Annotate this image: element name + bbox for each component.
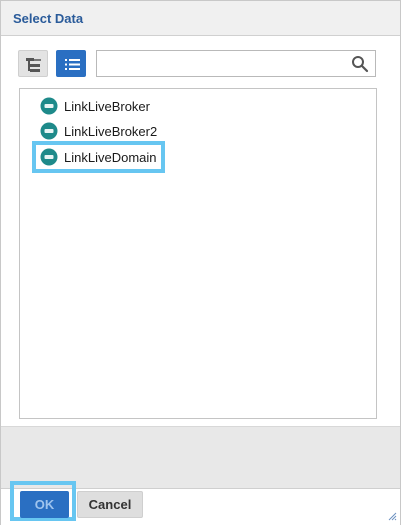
list-item-label: LinkLiveBroker: [64, 98, 150, 114]
dialog-titlebar[interactable]: Select Data: [1, 1, 400, 36]
data-list[interactable]: LinkLiveBroker LinkLiveBroker2 LinkLiveD…: [19, 88, 377, 419]
cancel-button[interactable]: Cancel: [77, 491, 143, 518]
tree-view-button[interactable]: [18, 50, 48, 77]
select-data-dialog: Select Data LinkLiveBroker LinkLiveBroke…: [0, 0, 401, 525]
ok-button[interactable]: OK: [20, 491, 69, 518]
tree-view-icon: [26, 58, 41, 72]
data-source-icon: [40, 148, 58, 166]
list-item[interactable]: LinkLiveBroker: [40, 95, 150, 117]
search-box: [96, 50, 376, 77]
resize-grip-icon[interactable]: [387, 511, 397, 521]
list-view-icon: [65, 59, 80, 70]
list-item-label: LinkLiveBroker2: [64, 123, 158, 139]
data-source-icon: [40, 97, 58, 115]
details-panel: [1, 426, 400, 489]
search-icon[interactable]: [351, 55, 369, 73]
data-source-icon: [40, 122, 58, 140]
list-item-selected[interactable]: LinkLiveDomain: [32, 141, 165, 173]
list-item-label: LinkLiveDomain: [64, 149, 157, 165]
search-input[interactable]: [97, 51, 343, 76]
list-view-button[interactable]: [56, 50, 86, 77]
list-item[interactable]: LinkLiveBroker2: [40, 120, 157, 142]
dialog-title: Select Data: [13, 11, 84, 26]
